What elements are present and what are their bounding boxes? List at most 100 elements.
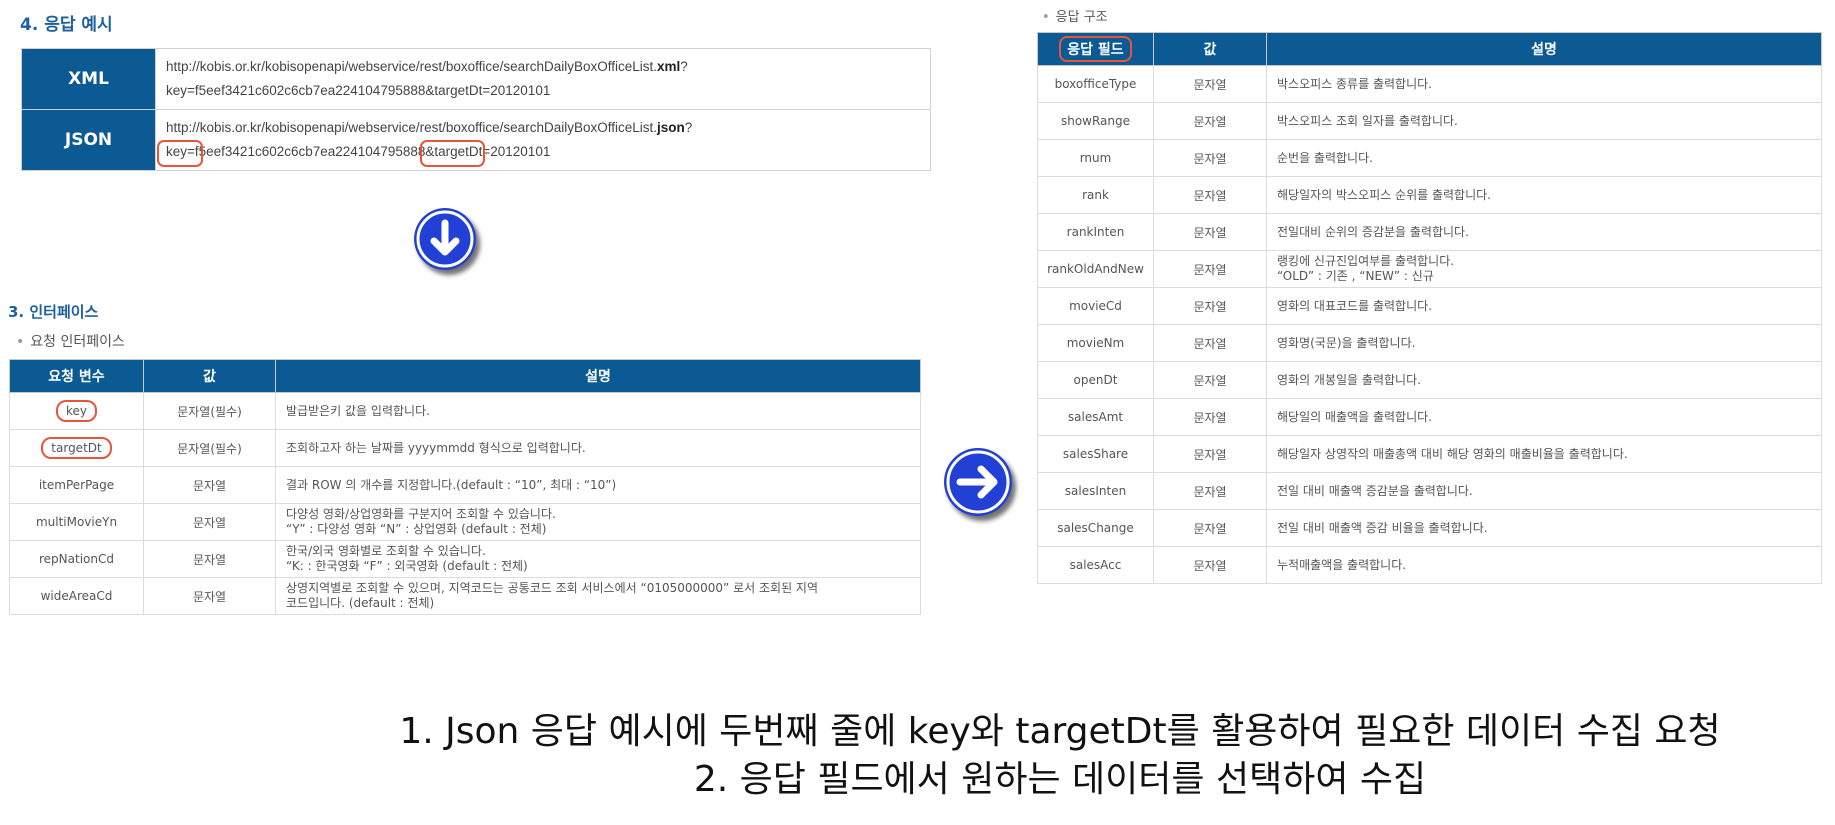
- table-row: showRange 문자열 박스오피스 조회 일자를 출력합니다.: [1037, 102, 1822, 140]
- field-name: salesAmt: [1067, 410, 1124, 424]
- field-name-cell: repNationCd: [9, 540, 144, 578]
- format-label-xml: XML: [21, 48, 156, 110]
- field-name: salesShare: [1062, 447, 1129, 461]
- field-type: 문자열(필수): [143, 392, 276, 430]
- response-table-header: 응답 필드 값 설명: [1037, 32, 1822, 66]
- field-type: 문자열: [1153, 398, 1267, 436]
- field-description: 영화의 개봉일을 출력합니다.: [1266, 361, 1822, 399]
- field-name-cell: rnum: [1037, 139, 1154, 177]
- field-name: salesChange: [1057, 521, 1134, 535]
- description-line: 전일 대비 매출액 증감 비율을 출력합니다.: [1277, 520, 1488, 535]
- response-example-title: 4. 응답 예시: [20, 15, 113, 35]
- field-name-cell: rank: [1037, 176, 1154, 214]
- request-url-xml: http://kobis.or.kr/kobisopenapi/webservi…: [155, 48, 931, 110]
- field-description: 랭킹에 신규진입여부를 출력합니다. “OLD” : 기존 , “NEW” : 신…: [1266, 250, 1822, 288]
- table-row: salesChange 문자열 전일 대비 매출액 증감 비율을 출력합니다.: [1037, 509, 1822, 547]
- field-description: 영화의 대표코드를 출력합니다.: [1266, 287, 1822, 325]
- field-type: 문자열: [1153, 250, 1267, 288]
- description-line: 누적매출액을 출력합니다.: [1277, 557, 1407, 572]
- field-name-cell: targetDt: [9, 429, 144, 467]
- table-row: movieCd 문자열 영화의 대표코드를 출력합니다.: [1037, 287, 1822, 325]
- field-name-cell: salesChange: [1037, 509, 1154, 547]
- table-row: rankOldAndNew 문자열 랭킹에 신규진입여부를 출력합니다. “OLD” …: [1037, 250, 1822, 288]
- field-description: 전일대비 순위의 증감분을 출력합니다.: [1266, 213, 1822, 251]
- response-example-row-xml: XML http://kobis.or.kr/kobisopenapi/webs…: [21, 48, 931, 110]
- description-line: 랭킹에 신규진입여부를 출력합니다.: [1277, 254, 1455, 268]
- highlight-targetdt: [420, 140, 485, 167]
- header-description: 설명: [1266, 32, 1822, 66]
- field-type: 문자열: [1153, 139, 1267, 177]
- request-table-header: 요청 변수 값 설명: [9, 359, 921, 393]
- table-row: salesShare 문자열 해당일자 상영작의 매출총액 대비 해당 영화의 매출…: [1037, 435, 1822, 473]
- interface-title: 3. 인터페이스: [8, 303, 99, 321]
- table-row: boxofficeType 문자열 박스오피스 종류를 출력합니다.: [1037, 65, 1822, 103]
- field-type: 문자열: [143, 466, 276, 504]
- field-name: itemPerPage: [38, 478, 115, 492]
- request-interface-subtitle: • 요청 인터페이스: [16, 334, 125, 350]
- field-name: multiMovieYn: [35, 515, 118, 529]
- field-name: targetDt: [41, 437, 112, 459]
- field-name-cell: movieNm: [1037, 324, 1154, 362]
- field-name: rnum: [1079, 151, 1112, 165]
- caption-line-2: 2. 응답 필드에서 원하는 데이터를 선택하여 수집: [693, 759, 1427, 800]
- field-type: 문자열: [1153, 176, 1267, 214]
- table-row: openDt 문자열 영화의 개봉일을 출력합니다.: [1037, 361, 1822, 399]
- field-description: 전일 대비 매출액 증감 비율을 출력합니다.: [1266, 509, 1822, 547]
- field-type: 문자열: [1153, 65, 1267, 103]
- field-description: 해당일의 매출액을 출력합니다.: [1266, 398, 1822, 436]
- table-row: salesInten 문자열 전일 대비 매출액 증감분을 출력합니다.: [1037, 472, 1822, 510]
- field-description: 전일 대비 매출액 증감분을 출력합니다.: [1266, 472, 1822, 510]
- field-description: 박스오피스 종류를 출력합니다.: [1266, 65, 1822, 103]
- field-description: 발급받은키 값을 입력합니다.: [275, 392, 921, 430]
- table-row: targetDt 문자열(필수) 조회하고자 하는 날짜를 yyyymmdd 형식으…: [9, 429, 921, 467]
- field-name-cell: movieCd: [1037, 287, 1154, 325]
- table-row: wideAreaCd 문자열 상영지역별로 조회할 수 있으며, 지역코드는 공통코…: [9, 577, 921, 615]
- table-row: rank 문자열 해당일자의 박스오피스 순위를 출력합니다.: [1037, 176, 1822, 214]
- field-description: 해당일자 상영작의 매출총액 대비 해당 영화의 매출비율을 출력합니다.: [1266, 435, 1822, 473]
- description-line: 박스오피스 조회 일자를 출력합니다.: [1277, 113, 1458, 128]
- field-type: 문자열: [1153, 546, 1267, 584]
- request-url-json: http://kobis.or.kr/kobisopenapi/webservi…: [155, 109, 931, 171]
- field-type: 문자열: [1153, 472, 1267, 510]
- description-line: 해당일자의 박스오피스 순위를 출력합니다.: [1277, 187, 1491, 202]
- description-line: 조회하고자 하는 날짜를 yyyymmdd 형식으로 입력합니다.: [286, 440, 586, 455]
- header-description: 설명: [275, 359, 921, 393]
- description-line: 한국/외국 영화별로 조회할 수 있습니다.: [286, 544, 486, 558]
- field-name: rankInten: [1066, 225, 1125, 239]
- field-name-cell: multiMovieYn: [9, 503, 144, 541]
- field-name: salesInten: [1064, 484, 1127, 498]
- request-interface-table: 요청 변수 값 설명 key 문자열(필수) 발급받은키 값을 입력합니다. targ…: [9, 359, 921, 615]
- field-name-cell: key: [9, 392, 144, 430]
- field-name: openDt: [1073, 373, 1118, 387]
- description-line: 전일 대비 매출액 증감분을 출력합니다.: [1277, 483, 1473, 498]
- field-name: boxofficeType: [1054, 77, 1137, 91]
- table-row: multiMovieYn 문자열 다양성 영화/상업영화를 구분지어 조회할 수 있…: [9, 503, 921, 541]
- description-line: “OLD” : 기존 , “NEW” : 신규: [1277, 269, 1434, 283]
- field-name-cell: salesInten: [1037, 472, 1154, 510]
- field-description: 조회하고자 하는 날짜를 yyyymmdd 형식으로 입력합니다.: [275, 429, 921, 467]
- field-description: 결과 ROW 의 개수를 지정합니다.(default : “10”, 최대 :…: [275, 466, 921, 504]
- field-description: 박스오피스 조회 일자를 출력합니다.: [1266, 102, 1822, 140]
- table-row: salesAmt 문자열 해당일의 매출액을 출력합니다.: [1037, 398, 1822, 436]
- description-line: 코드입니다. (default : 전체): [286, 596, 435, 610]
- description-line: 상영지역별로 조회할 수 있으며, 지역코드는 공통코드 조회 서비스에서 “0…: [286, 581, 818, 595]
- table-row: repNationCd 문자열 한국/외국 영화별로 조회할 수 있습니다. “K: …: [9, 540, 921, 578]
- description-line: 다양성 영화/상업영화를 구분지어 조회할 수 있습니다.: [286, 507, 556, 521]
- header-value: 값: [143, 359, 276, 393]
- field-description: 상영지역별로 조회할 수 있으며, 지역코드는 공통코드 조회 서비스에서 “0…: [275, 577, 921, 615]
- description-line: 박스오피스 종류를 출력합니다.: [1277, 76, 1432, 91]
- field-name-cell: salesAmt: [1037, 398, 1154, 436]
- field-name: salesAcc: [1069, 558, 1122, 572]
- field-name: rankOldAndNew: [1047, 262, 1144, 276]
- arrow-right-icon: [944, 448, 1012, 516]
- table-row: rnum 문자열 순번을 출력합니다.: [1037, 139, 1822, 177]
- field-name: repNationCd: [39, 552, 114, 566]
- field-type: 문자열: [143, 577, 276, 615]
- arrow-down-icon: [414, 208, 476, 270]
- field-type: 문자열: [1153, 361, 1267, 399]
- field-name-cell: wideAreaCd: [9, 577, 144, 615]
- table-row: rankInten 문자열 전일대비 순위의 증감분을 출력합니다.: [1037, 213, 1822, 251]
- response-structure-subtitle: • 응답 구조: [1042, 10, 1108, 25]
- description-line: 순번을 출력합니다.: [1277, 150, 1373, 165]
- highlight-key: [157, 140, 203, 167]
